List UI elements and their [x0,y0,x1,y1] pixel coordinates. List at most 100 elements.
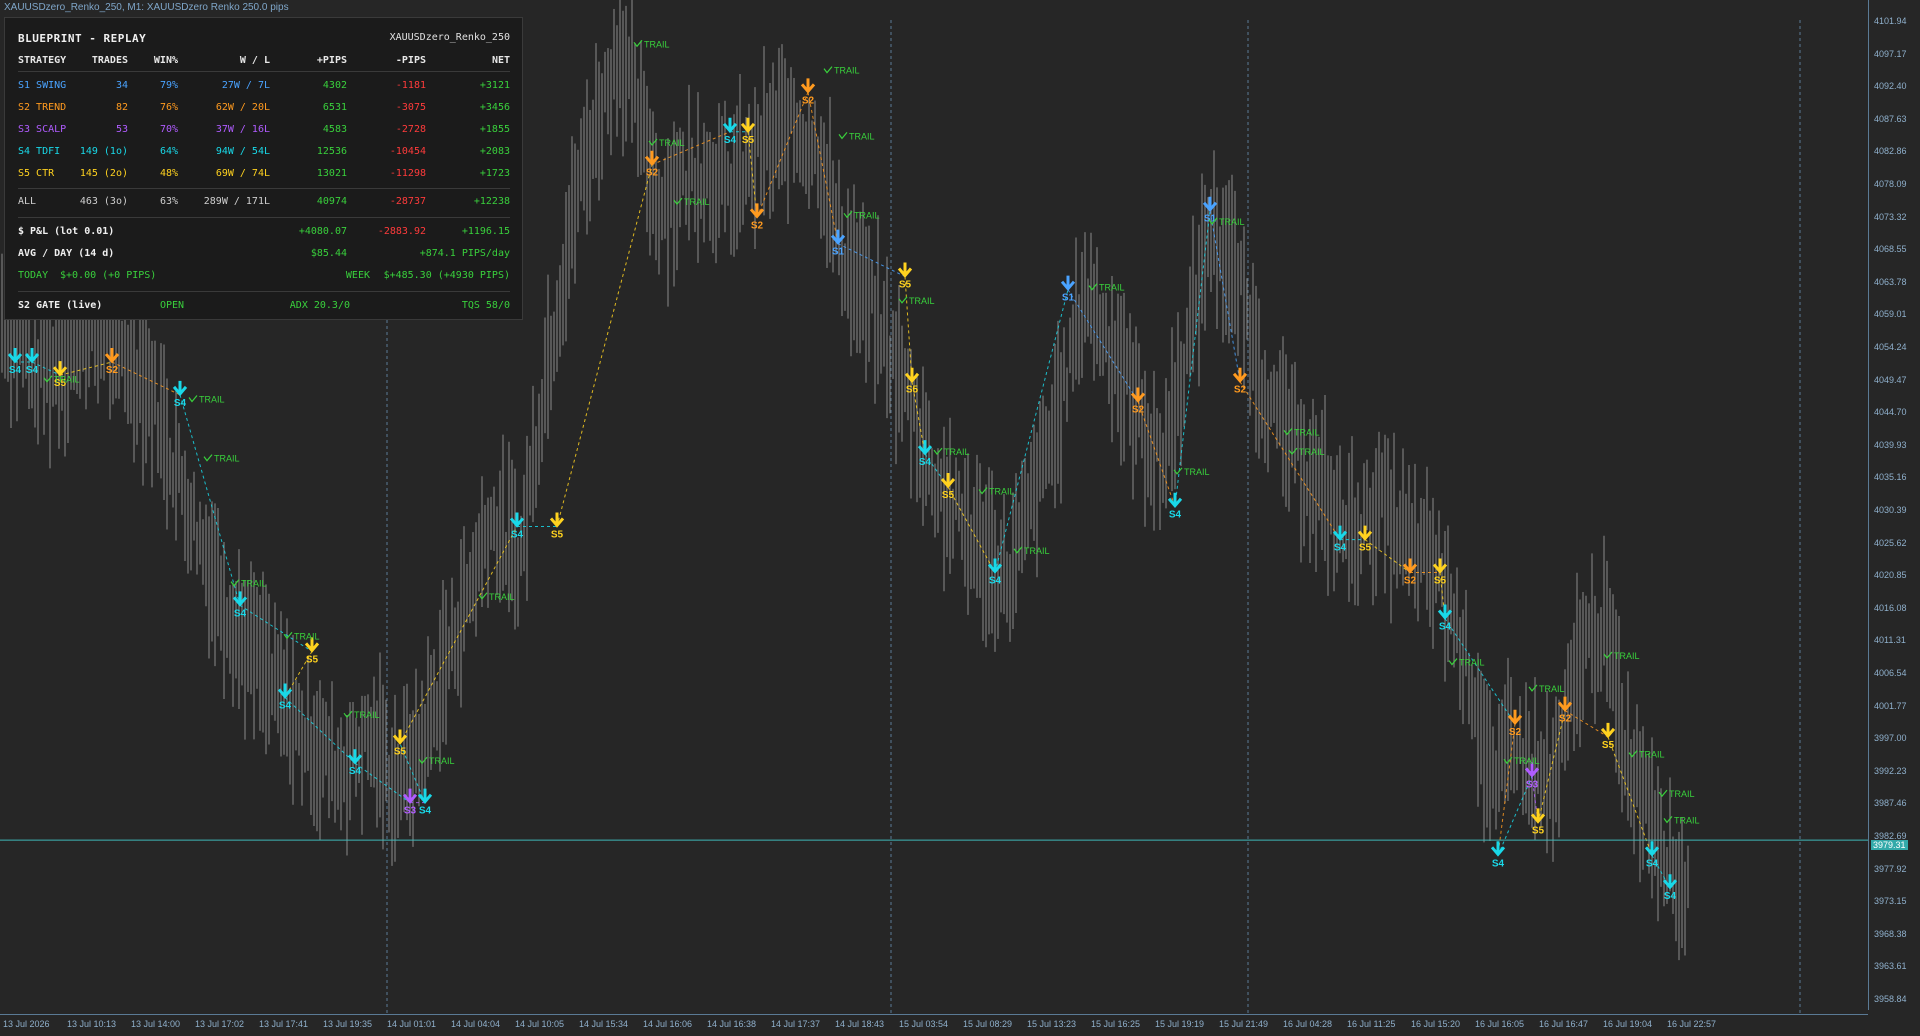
total-divider [18,188,510,189]
col-win: WIN% [153,55,178,66]
row-wl: 94W / 54L [215,146,270,157]
trail-label: TRAIL [199,394,225,404]
today-value: $+0.00 (+0 PIPS) [60,270,157,281]
signal-label: S5 [742,135,755,146]
price-label: 4092.40 [1874,81,1907,92]
strategy-row: S2 TREND 82 76% 62W / 20L 6531 -3075 +3456 [18,102,510,116]
price-label: 4006.54 [1874,668,1907,678]
signal-arrow [417,788,433,804]
price-label: 3973.15 [1874,896,1907,907]
strategy-row: S3 SCALP 53 70% 37W / 16L 4583 -2728 +1855 [18,124,510,138]
gate-row: S2 GATE (live) OPEN ADX 20.3/0 TQS 58/0 [18,300,510,314]
time-label: 16 Jul 19:04 [1603,1019,1653,1029]
time-label: 13 Jul 2026 [3,1019,50,1029]
gate-divider [18,291,510,292]
pnl-plus: +4080.07 [298,226,347,237]
signal-label: S5 [394,746,407,757]
signal-label: S4 [724,135,737,146]
table-header: STRATEGY TRADES WIN% W / L +PIPS -PIPS N… [18,55,510,69]
trail-check [188,395,198,403]
signal-label: S2 [106,365,119,376]
trail-check [43,375,53,383]
trail-label: TRAIL [1299,447,1325,457]
col-strategy: STRATEGY [18,55,67,66]
trail-check [838,132,848,140]
total-win: 63% [159,196,178,207]
signal-arrow [1490,841,1506,857]
avg-value: $85.44 [310,248,347,259]
row-win: 79% [159,80,178,91]
signal-label: S2 [1132,404,1145,415]
time-label: 15 Jul 03:54 [899,1019,949,1029]
trail-check [823,66,833,74]
price-label: 4039.93 [1874,439,1907,450]
trade-line [1497,723,1516,856]
trail-check [1663,816,1673,824]
time-label: 13 Jul 19:35 [323,1019,373,1029]
col-wl: W / L [239,55,270,66]
trail-label: TRAIL [1669,789,1695,799]
signal-label: S4 [919,457,932,468]
row-trades: 82 [115,102,128,113]
trail-label: TRAIL [1294,427,1320,437]
trail-check [1528,684,1538,692]
total-minus: -28737 [389,196,426,207]
gate-tqs: TQS 58/0 [461,300,510,311]
total-net: +12238 [473,196,510,207]
trail-check [673,197,683,206]
price-label: 3963.61 [1874,961,1907,972]
trail-label: TRAIL [1459,658,1485,668]
signal-label: S5 [942,490,955,501]
row-minus: -3075 [395,102,426,113]
time-label: 15 Jul 08:29 [963,1019,1013,1029]
trail-label: TRAIL [354,710,380,720]
signal-arrow [1600,722,1616,739]
total-wl: 289W / 171L [203,196,270,207]
signal-label: S2 [1509,727,1522,738]
col-net: NET [491,55,510,66]
signal-arrow [987,558,1003,574]
total-trades: 463 (3o) [79,196,128,207]
time-label: 16 Jul 16:47 [1539,1019,1589,1029]
trail-label: TRAIL [294,631,320,641]
pnl-divider [18,217,510,218]
total-plus: 40974 [316,196,347,207]
row-win: 48% [159,168,178,179]
total-row: ALL 463 (3o) 63% 289W / 171L 40974 -2873… [18,196,510,210]
trail-label: TRAIL [909,296,935,306]
row-strategy: S1 SWING [18,80,67,91]
signal-label: S3 [404,806,417,817]
price-label: 4035.16 [1874,472,1907,483]
trail-check [1658,789,1668,798]
signal-label: S4 [989,575,1002,586]
price-label: 4016.08 [1874,602,1907,613]
signal-arrow [1437,604,1453,620]
price-label: 4044.70 [1874,407,1907,418]
price-label: 3997.00 [1874,733,1907,744]
signal-label: S2 [646,168,659,179]
row-plus: 12536 [316,146,347,157]
trail-check [203,454,213,462]
row-net: +3121 [479,80,510,91]
trade-line [179,394,241,606]
signal-label: S4 [9,365,22,376]
signal-label: S1 [1062,293,1075,304]
signal-arrow [24,348,40,364]
time-label: 13 Jul 10:13 [67,1019,117,1029]
time-label: 16 Jul 11:25 [1347,1019,1396,1029]
row-win: 76% [159,102,178,113]
trail-label: TRAIL [1219,217,1245,227]
signal-arrow [800,78,816,94]
row-wl: 62W / 20L [215,102,270,113]
signal-label: S4 [419,806,432,817]
trail-label: TRAIL [1024,546,1050,556]
signal-label: S4 [511,529,524,540]
pnl-net: +1196.15 [461,226,510,237]
price-label: 4097.17 [1874,48,1907,59]
signal-arrow [549,512,565,528]
signal-label: S4 [174,398,187,409]
price-label: 3968.38 [1874,928,1907,939]
row-trades: 34 [115,80,128,91]
price-label: 4059.01 [1874,309,1907,320]
total-strategy: ALL [18,196,37,207]
